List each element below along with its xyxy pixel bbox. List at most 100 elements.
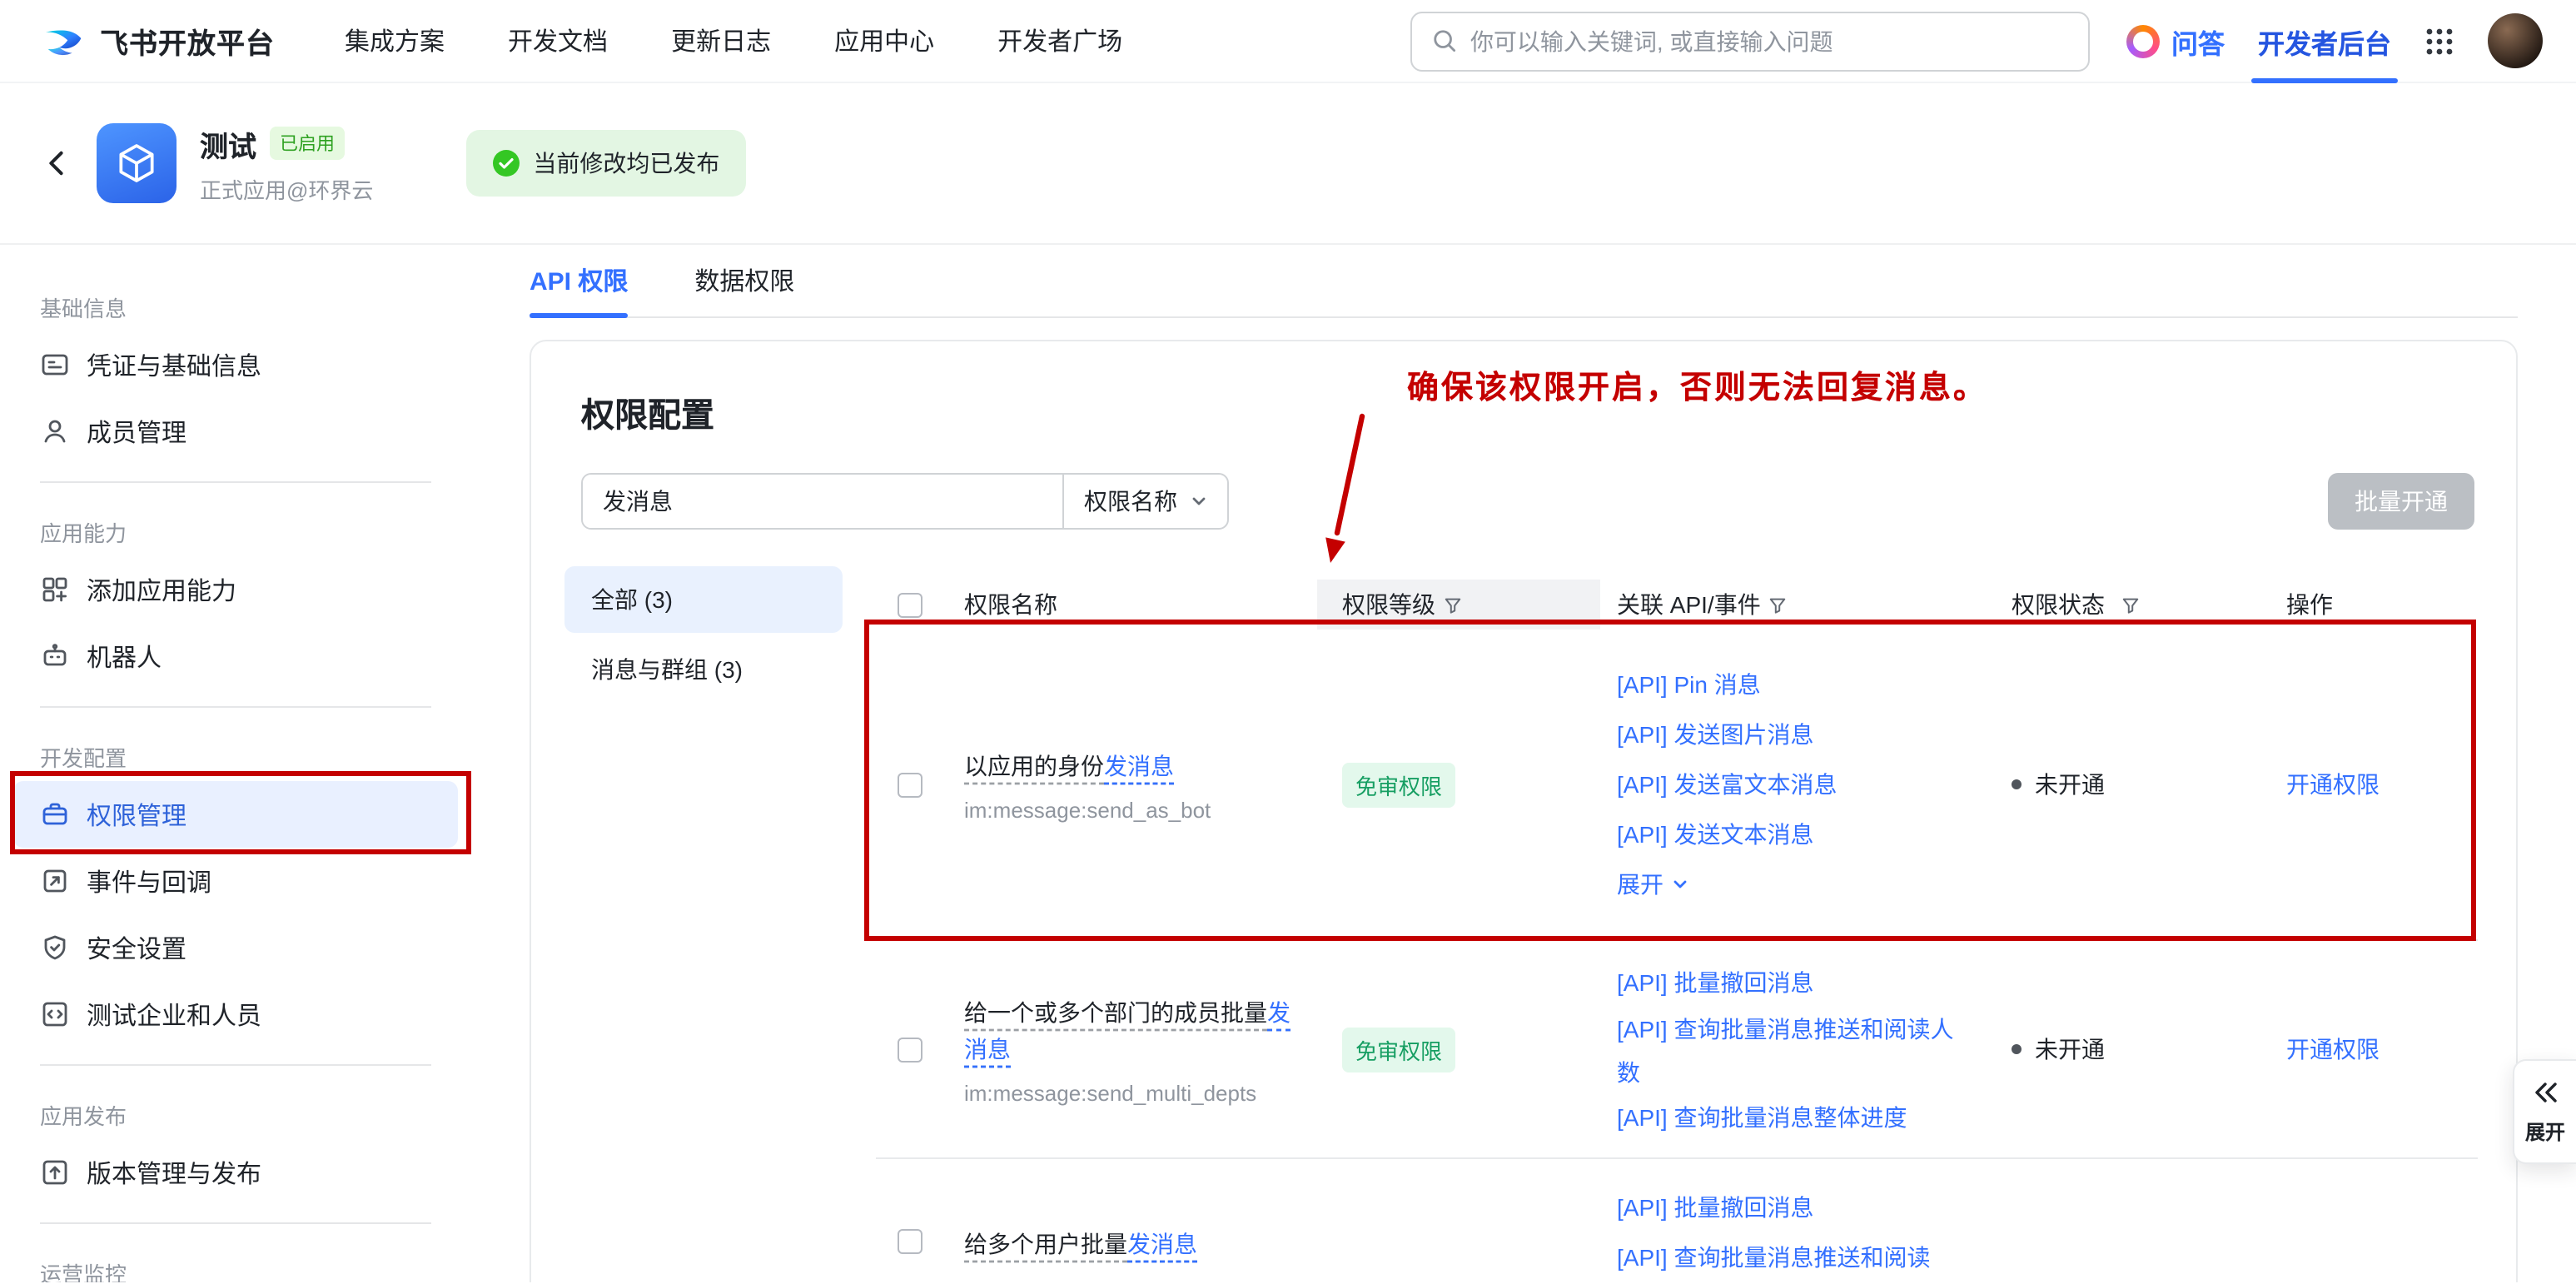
filter-icon[interactable] (1769, 595, 1788, 614)
permission-card: 权限配置 权限名称 批量开通 全部 (3) 消息与群组 (3) (530, 340, 2518, 1282)
global-search[interactable] (1410, 11, 2090, 71)
callback-icon (40, 866, 70, 896)
status-text: 未开通 (2035, 1033, 2105, 1066)
header-api: 关联 API/事件 (1600, 580, 1992, 630)
search-icon (1432, 28, 1457, 53)
sidebar-item-members[interactable]: 成员管理 (13, 398, 458, 465)
primary-nav: 集成方案 开发文档 更新日志 应用中心 开发者广场 (345, 23, 1122, 58)
api-link[interactable]: [API] 批量撤回消息 (1617, 1182, 1958, 1232)
api-link[interactable]: [API] 查询批量消息推送和阅读 (1617, 1232, 1958, 1282)
sidebar: 基础信息 凭证与基础信息 成员管理 应用能力 添加应用能力 机器人 开发配置 (0, 245, 471, 1282)
header-action: 操作 (2266, 580, 2478, 630)
top-navbar: 飞书开放平台 集成方案 开发文档 更新日志 应用中心 开发者广场 问答 开发者后… (0, 0, 2576, 83)
status-text: 未开通 (2035, 768, 2105, 801)
level-badge: 免审权限 (1342, 762, 1455, 807)
filter-icon[interactable] (2121, 595, 2140, 614)
search-filter-select[interactable]: 权限名称 (1062, 475, 1227, 528)
sidebar-section-release: 应用发布 (0, 1082, 471, 1139)
header-level: 权限等级 (1317, 580, 1600, 630)
enable-permission-link[interactable]: 开通权限 (2286, 1036, 2380, 1063)
publish-box-icon (40, 1157, 70, 1187)
toolbar: 权限名称 批量开通 (581, 473, 2474, 530)
sidebar-item-events[interactable]: 事件与回调 (13, 848, 458, 914)
tab-api-permission[interactable]: API 权限 (530, 245, 628, 316)
chevron-down-icon (1672, 876, 1688, 893)
nav-item-dev-console[interactable]: 开发者后台 (2258, 21, 2391, 61)
apps-grid-icon[interactable] (2424, 26, 2454, 56)
permission-search-group: 权限名称 (581, 473, 1229, 530)
app-meta: 测试 已启用 正式应用@环界云 (200, 122, 373, 204)
category-message-group[interactable]: 消息与群组 (3) (564, 636, 843, 703)
permission-tabs: API 权限 数据权限 (530, 245, 2518, 318)
sidebar-item-add-capability[interactable]: 添加应用能力 (13, 556, 458, 623)
table-row-send-as-bot: 以应用的身份发消息 im:message:send_as_bot 免审权限 [A… (876, 630, 2478, 939)
sidebar-section-dev-config: 开发配置 (0, 724, 471, 781)
api-link[interactable]: [API] 发送图片消息 (1617, 709, 1958, 759)
category-all[interactable]: 全部 (3) (564, 566, 843, 633)
sidebar-item-security[interactable]: 安全设置 (13, 914, 458, 981)
sidebar-item-credentials[interactable]: 凭证与基础信息 (13, 331, 458, 398)
sidebar-divider (40, 1222, 431, 1224)
status-dot-icon (2012, 779, 2022, 789)
nav-item-app-center[interactable]: 应用中心 (834, 23, 934, 58)
row-checkbox[interactable] (897, 1229, 922, 1254)
sidebar-item-test-org[interactable]: 测试企业和人员 (13, 981, 458, 1048)
category-list: 全部 (3) 消息与群组 (3) (564, 566, 843, 1282)
qa-icon (2126, 24, 2160, 57)
back-icon[interactable] (40, 147, 73, 180)
navbar-right: 问答 开发者后台 (2126, 13, 2543, 68)
permission-code: im:message:send_multi_depts (964, 1080, 1294, 1105)
qa-link[interactable]: 问答 (2126, 21, 2225, 61)
api-link[interactable]: [API] 查询批量消息整体进度 (1617, 1094, 1958, 1141)
search-input[interactable] (1470, 27, 2068, 54)
sidebar-divider (40, 481, 431, 483)
main-panel: API 权限 数据权限 权限配置 权限名称 批量开通 (471, 245, 2576, 1282)
select-all-checkbox[interactable] (897, 592, 922, 617)
sidebar-item-version[interactable]: 版本管理与发布 (13, 1139, 458, 1206)
robot-icon (40, 641, 70, 671)
api-link[interactable]: [API] 批量撤回消息 (1617, 958, 1958, 1008)
user-icon (40, 416, 70, 446)
sidebar-divider (40, 1064, 431, 1066)
nav-item-solutions[interactable]: 集成方案 (345, 23, 445, 58)
permission-search-input[interactable] (583, 475, 1062, 528)
chevron-down-icon (1191, 493, 1207, 510)
sidebar-item-bot[interactable]: 机器人 (13, 623, 458, 689)
app-cube-icon (97, 123, 177, 203)
app-subtitle: 正式应用@环界云 (200, 172, 373, 204)
row-checkbox[interactable] (897, 1037, 922, 1062)
api-link[interactable]: [API] 发送文本消息 (1617, 809, 1958, 859)
api-link[interactable]: [API] 查询批量消息推送和阅读人数 (1617, 1008, 1958, 1094)
id-card-icon (40, 350, 70, 380)
permission-name[interactable]: 给多个用户批量发消息 (964, 1226, 1294, 1262)
shield-check-icon (40, 933, 70, 963)
nav-item-changelog[interactable]: 更新日志 (671, 23, 771, 58)
app-header: 测试 已启用 正式应用@环界云 当前修改均已发布 (0, 83, 2576, 245)
check-circle-icon (493, 150, 520, 177)
sidebar-item-permissions[interactable]: 权限管理 (13, 781, 458, 848)
permission-name[interactable]: 以应用的身份发消息 (964, 747, 1294, 784)
nav-item-docs[interactable]: 开发文档 (508, 23, 608, 58)
api-link[interactable]: [API] 发送富文本消息 (1617, 759, 1958, 809)
sidebar-section-monitor: 运营监控 (0, 1241, 471, 1282)
sidebar-section-capability: 应用能力 (0, 500, 471, 556)
expand-panel-button[interactable]: 展开 (2513, 1059, 2576, 1164)
table-header: 权限名称 权限等级 关联 API/事件 权限状态 (876, 580, 2478, 630)
filter-icon[interactable] (1444, 595, 1462, 614)
expand-label: 展开 (2525, 1117, 2565, 1146)
feishu-logo-icon (40, 17, 87, 64)
enabled-status-badge: 已启用 (270, 127, 345, 160)
row-checkbox[interactable] (897, 772, 922, 797)
brand[interactable]: 飞书开放平台 (40, 17, 275, 64)
code-brackets-icon (40, 999, 70, 1029)
expand-api-list-link[interactable]: 展开 (1617, 859, 1958, 909)
user-avatar[interactable] (2488, 13, 2543, 68)
permission-name[interactable]: 给一个或多个部门的成员批量发消息 (964, 993, 1294, 1067)
tab-data-permission[interactable]: 数据权限 (694, 245, 794, 316)
page: 飞书开放平台 集成方案 开发文档 更新日志 应用中心 开发者广场 问答 开发者后… (0, 0, 2576, 1284)
nav-item-dev-plaza[interactable]: 开发者广场 (997, 23, 1122, 58)
enable-permission-link[interactable]: 开通权限 (2286, 771, 2380, 798)
api-link[interactable]: [API] Pin 消息 (1617, 659, 1958, 709)
permission-code: im:message:send_as_bot (964, 797, 1294, 822)
bulk-enable-button[interactable]: 批量开通 (2328, 473, 2474, 530)
